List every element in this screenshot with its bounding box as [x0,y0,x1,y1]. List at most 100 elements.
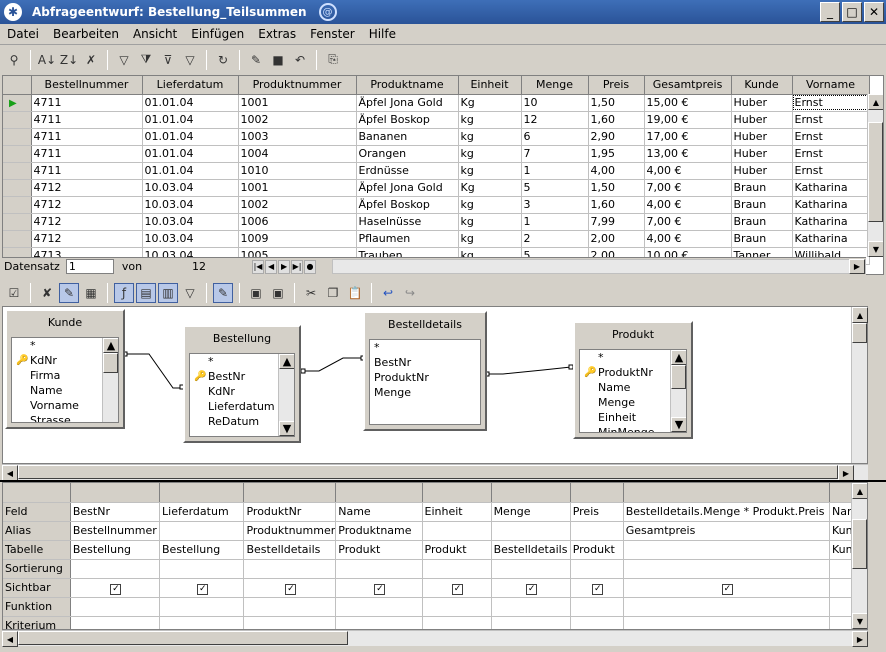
table-cell[interactable]: Ernst [792,94,870,112]
remove-filter-icon[interactable]: ⊽ [158,50,178,70]
app-icon[interactable]: ✱ [4,3,22,21]
qbe-feld-cell[interactable]: Preis [570,502,624,522]
table-cell[interactable]: 12 [521,111,589,129]
visible-checkbox[interactable]: ✓ [721,583,733,595]
table-cell[interactable]: 1009 [238,230,357,248]
table-cell[interactable]: 2,90 [588,128,645,146]
scroll-thumb[interactable] [18,631,348,645]
table-cell[interactable]: Braun [731,179,793,197]
scroll-up-icon[interactable]: ▲ [868,94,883,110]
table-cell[interactable]: 1002 [238,111,357,129]
row-header[interactable] [3,230,32,248]
scroll-down-icon[interactable]: ▼ [852,613,867,629]
table-cell[interactable]: 3 [521,196,589,214]
scroll-up-icon[interactable]: ▲ [671,350,686,365]
scroll-thumb[interactable] [671,365,686,389]
save-as-icon[interactable]: ▣ [268,283,288,303]
scroll-thumb[interactable] [852,519,867,569]
qbe-alias-cell[interactable]: Produktname [335,521,423,541]
qbe-empty-cell[interactable] [335,616,423,629]
table-cell[interactable]: 01.01.04 [142,145,239,163]
table-cell[interactable]: 13,00 € [644,145,732,163]
table-cell[interactable]: 01.01.04 [142,111,239,129]
scroll-down-icon[interactable]: ▼ [671,417,686,432]
table-cell[interactable]: 2,00 [588,230,645,248]
table-row[interactable]: 4711 01.01.04 1010 Erdnüsse kg 1 4,00 4,00 € Hub… [3,162,870,180]
row-header[interactable] [3,196,32,214]
table-cell[interactable]: 4711 [31,111,143,129]
qbe-empty-cell[interactable] [623,597,831,617]
row-header[interactable] [3,213,32,231]
qbe-empty-cell[interactable] [422,559,492,579]
filter-icon[interactable]: ▽ [180,50,200,70]
table-cell[interactable]: 01.01.04 [142,162,239,180]
table-cell[interactable]: 1004 [238,145,357,163]
scroll-left-icon[interactable]: ◀ [2,465,18,481]
table-cell[interactable]: 10.03.04 [142,179,239,197]
table-cell[interactable]: Braun [731,213,793,231]
table-cell[interactable]: 15,00 € [644,94,732,112]
table-cell[interactable]: 4711 [31,128,143,146]
table-cell[interactable]: 1 [521,213,589,231]
visible-checkbox-cell[interactable]: ✓ [70,578,161,598]
column-header[interactable]: Kunde [731,76,793,95]
table-cell[interactable]: 4711 [31,162,143,180]
table-cell[interactable]: Kg [458,94,522,112]
field-list-scrollbar[interactable]: ▲ [102,338,118,422]
qbe-empty-cell[interactable] [623,616,831,629]
table-cell[interactable]: 10.03.04 [142,230,239,248]
binoculars-icon[interactable]: ⚲ [4,50,24,70]
table-cell[interactable]: 10.03.04 [142,196,239,214]
scroll-down-icon[interactable]: ▼ [868,241,883,257]
qbe-empty-cell[interactable] [335,597,423,617]
column-header[interactable]: Vorname [792,76,870,95]
table-cell[interactable]: 19,00 € [644,111,732,129]
save-icon[interactable]: ▣ [246,283,266,303]
qbe-feld-cell[interactable]: ProduktNr [243,502,337,522]
sort-remove-icon[interactable]: ✗ [81,50,101,70]
qbe-empty-cell[interactable] [491,616,571,629]
table-row[interactable]: ▶ 4711 01.01.04 1001 Äpfel Jona Gold Kg 10 1,50… [3,94,870,112]
table-window-kunde[interactable]: Kunde * 🔑 KdNr Firma Name Vorname Strasse… [5,309,125,429]
menu-extras[interactable]: Extras [251,27,303,41]
qbe-column-header[interactable] [159,483,245,503]
table-cell[interactable]: Erdnüsse [356,162,459,180]
qbe-column-header[interactable] [570,483,624,503]
functions-icon[interactable]: ƒ [114,282,134,303]
table-cell[interactable]: Huber [731,111,793,129]
scroll-thumb[interactable] [18,465,838,479]
column-header[interactable]: Bestellnummer [31,76,143,95]
column-header[interactable]: Menge [521,76,589,95]
table-cell[interactable]: 4711 [31,94,143,112]
qbe-alias-cell[interactable] [491,521,571,541]
qbe-empty-cell[interactable] [623,559,831,579]
column-header[interactable]: Produktnummer [238,76,357,95]
table-cell[interactable]: kg [458,196,522,214]
table-cell[interactable]: Bananen [356,128,459,146]
table-cell[interactable]: 1001 [238,94,357,112]
save-record-icon[interactable]: ■ [268,50,288,70]
qbe-empty-cell[interactable] [491,559,571,579]
table-cell[interactable]: 1,50 [588,179,645,197]
table-cell[interactable]: 7,00 € [644,179,732,197]
undo-record-icon[interactable]: ↶ [290,50,310,70]
visible-checkbox[interactable]: ✓ [110,583,122,595]
table-cell[interactable]: kg [458,213,522,231]
column-header[interactable]: Gesamtpreis [644,76,732,95]
table-cell[interactable]: Pflaumen [356,230,459,248]
scroll-up-icon[interactable]: ▲ [852,307,868,323]
qbe-empty-cell[interactable] [422,616,492,629]
table-cell[interactable]: 4712 [31,196,143,214]
close-button[interactable]: ✕ [864,2,884,22]
table-cell[interactable]: 1006 [238,213,357,231]
qbe-alias-cell[interactable]: Bestellnummer [70,521,161,541]
column-header[interactable]: Preis [588,76,645,95]
qbe-empty-cell[interactable] [70,616,161,629]
table-window-bestelldetails[interactable]: Bestelldetails * BestNr ProduktNr Menge [363,311,487,431]
run-query-icon[interactable]: ☑ [4,283,24,303]
table-cell[interactable]: 1010 [238,162,357,180]
table-cell[interactable]: kg [458,111,522,129]
first-record-icon[interactable]: |◀ [252,259,265,274]
qbe-column-header[interactable] [623,483,831,503]
design-horizontal-scrollbar[interactable]: ◀ ▶ [2,464,868,481]
